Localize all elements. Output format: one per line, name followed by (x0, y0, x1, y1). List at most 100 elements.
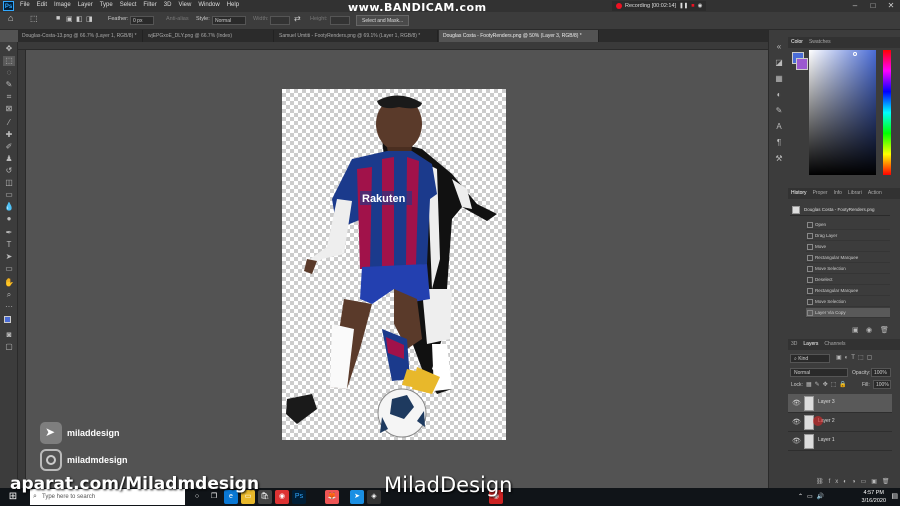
eyedropper-tool-icon[interactable]: ⁄ (3, 118, 15, 128)
marquee-tool-icon[interactable]: ⬚ (3, 56, 15, 66)
swap-icon[interactable]: ⇄ (294, 14, 301, 23)
app-taskbar-icon[interactable]: ◈ (367, 490, 381, 504)
move-tool-icon[interactable]: ✥ (3, 44, 15, 54)
collapse-panels-icon[interactable]: « (773, 42, 785, 52)
eye-icon[interactable]: 👁 (792, 437, 801, 445)
color-panel-icon[interactable]: ◪ (773, 58, 785, 68)
type-tool-icon[interactable]: T (3, 240, 15, 250)
width-input[interactable] (270, 16, 290, 25)
history-item[interactable]: Deselect (806, 275, 890, 285)
subtract-selection-icon[interactable]: ◧ (76, 15, 83, 23)
history-item[interactable]: Layer Via Copy (806, 308, 890, 318)
tab-3d[interactable]: 3D (791, 339, 797, 350)
layer-actions-icons[interactable]: ⛓fx◐◑▭▣🗑 (816, 478, 895, 485)
menu-edit[interactable]: Edit (37, 2, 47, 8)
style-select[interactable]: Normal (212, 16, 246, 25)
tab-properties[interactable]: Proper (813, 188, 828, 199)
tab-channels[interactable]: Channels (824, 339, 845, 350)
tab-wjepgxoe[interactable]: wjEPGxoE_DLY.png @ 66.7% (Index) (144, 30, 274, 42)
menu-file[interactable]: File (20, 2, 30, 8)
layer-row[interactable]: 👁 Layer 1 (788, 432, 892, 451)
foreground-color-swatch[interactable] (4, 316, 11, 323)
layer-kind-filter[interactable]: ⌕ Kind (790, 354, 830, 363)
history-trash-icon[interactable]: 🗑 (880, 326, 889, 334)
color-swatches-icon[interactable] (3, 316, 15, 326)
chrome-icon[interactable]: ◉ (275, 490, 289, 504)
layer-filter-icons[interactable]: ▣◐T⬚▢ (836, 354, 875, 361)
history-item[interactable]: Move Selection (806, 297, 890, 307)
tab-swatches[interactable]: Swatches (809, 37, 831, 48)
screen-mode-icon[interactable]: ▢ (3, 342, 15, 352)
intersect-selection-icon[interactable]: ◨ (86, 15, 93, 23)
quick-mask-icon[interactable]: ◙ (3, 330, 15, 340)
eye-icon[interactable]: 👁 (792, 418, 801, 426)
antialias-checkbox[interactable]: Anti-alias (166, 16, 189, 22)
tab-libraries[interactable]: Librari (848, 188, 862, 199)
tools-panel-icon[interactable]: ⚒ (773, 154, 785, 164)
document-canvas[interactable]: Rakuten (282, 89, 506, 440)
color-field-picker[interactable] (809, 50, 876, 175)
color-picker-marker[interactable] (853, 52, 857, 56)
brush-tool-icon[interactable]: ✐ (3, 142, 15, 152)
zoom-tool-icon[interactable]: ⌕ (3, 290, 15, 300)
history-item[interactable]: Open (806, 220, 890, 230)
history-item[interactable]: Move Selection (806, 264, 890, 274)
camera-icon[interactable]: ◉ (698, 3, 703, 9)
pen-tool-icon[interactable]: ✒ (3, 228, 15, 238)
tab-color[interactable]: Color (791, 37, 803, 48)
photoshop-taskbar-icon[interactable]: Ps (292, 490, 306, 504)
notifications-icon[interactable]: ▤ (891, 492, 898, 500)
tab-info[interactable]: Info (834, 188, 842, 199)
blend-mode-select[interactable]: Normal (790, 368, 848, 377)
tab-actions[interactable]: Action (868, 188, 882, 199)
telegram-taskbar-icon[interactable]: ➤ (350, 490, 364, 504)
tab-history[interactable]: History (791, 188, 807, 199)
maximize-button[interactable]: □ (864, 0, 882, 12)
minimize-button[interactable]: – (846, 0, 864, 12)
background-color-chip[interactable] (796, 58, 808, 70)
menu-3d[interactable]: 3D (164, 2, 172, 8)
history-snapshot[interactable]: Douglas Costa - FootyRenders.png (790, 204, 890, 216)
menu-window[interactable]: Window (198, 2, 219, 8)
tab-layers[interactable]: Layers (803, 339, 818, 350)
firefox-icon[interactable]: 🦊 (325, 490, 339, 504)
history-camera-icon[interactable]: ◉ (866, 326, 872, 334)
eye-icon[interactable]: 👁 (792, 399, 801, 407)
frame-tool-icon[interactable]: ⊠ (3, 104, 15, 114)
healing-brush-icon[interactable]: ✚ (3, 130, 15, 140)
gradient-tool-icon[interactable]: ▭ (3, 190, 15, 200)
menu-type[interactable]: Type (100, 2, 113, 8)
store-icon[interactable]: 🛍 (258, 490, 272, 504)
menu-view[interactable]: View (178, 2, 191, 8)
menu-image[interactable]: Image (54, 2, 71, 8)
tab-douglas-costa-footyrenders[interactable]: Douglas Costa - FootyRenders.png @ 50% (… (439, 30, 599, 42)
close-button[interactable]: ✕ (882, 0, 900, 12)
tab-samuel-umtiti[interactable]: Samuel Umtiti - FootyRenders.png @ 69.1%… (275, 30, 438, 42)
home-icon[interactable]: ⌂ (8, 13, 13, 23)
history-item[interactable]: Rectangular Marquee (806, 253, 890, 263)
blur-tool-icon[interactable]: 💧 (3, 202, 15, 212)
quick-select-tool-icon[interactable]: ✎ (3, 80, 15, 90)
select-and-mask-button[interactable]: Select and Mask... (356, 15, 410, 26)
tab-douglas-costa-13[interactable]: Douglas-Costa-13.png @ 66.7% (Layer 1, R… (18, 30, 143, 42)
opacity-input[interactable]: 100% (871, 368, 891, 377)
layer-row[interactable]: 👁 Layer 3 (788, 394, 892, 413)
vertical-ruler[interactable] (18, 50, 26, 492)
marquee-tool-icon[interactable]: ⬚ (30, 14, 38, 23)
menu-help[interactable]: Help (227, 2, 239, 8)
more-tools-icon[interactable]: ··· (3, 302, 15, 312)
menu-layer[interactable]: Layer (78, 2, 93, 8)
height-input[interactable] (330, 16, 350, 25)
layer-row[interactable]: 👁 Layer 2 (788, 413, 892, 432)
add-selection-icon[interactable]: ▣ (66, 15, 73, 23)
feather-input[interactable]: 0 px (130, 16, 154, 25)
path-select-icon[interactable]: ➤ (3, 252, 15, 262)
paragraph-panel-icon[interactable]: ¶ (773, 138, 785, 148)
crop-tool-icon[interactable]: ⌗ (3, 92, 15, 102)
horizontal-ruler[interactable] (18, 42, 768, 50)
history-item[interactable]: Move (806, 242, 890, 252)
brush-settings-icon[interactable]: ✎ (773, 106, 785, 116)
lasso-tool-icon[interactable]: ◌ (3, 68, 15, 78)
history-snapshot-icon[interactable]: ▣ (852, 326, 859, 334)
taskbar-clock[interactable]: 4:57 PM 3/16/2020 (862, 489, 886, 505)
